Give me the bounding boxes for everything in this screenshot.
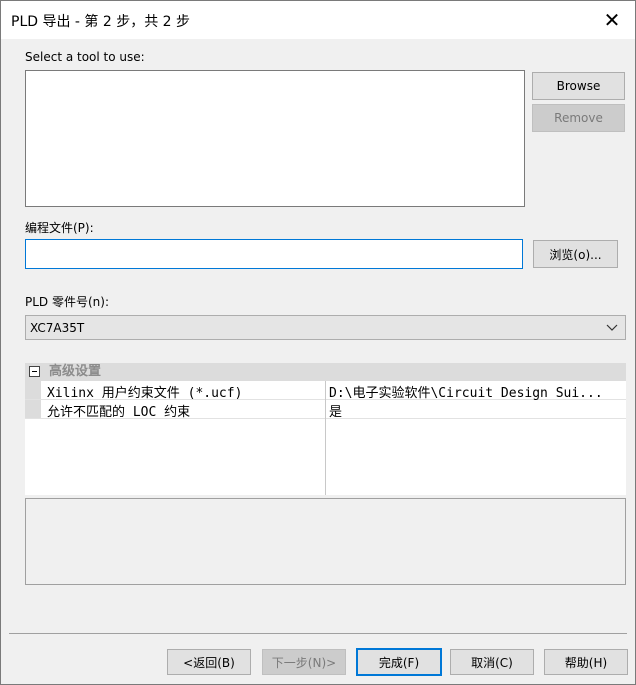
chevron-down-icon xyxy=(606,324,618,331)
footer-separator xyxy=(9,633,627,634)
property-name: Xilinx 用户约束文件 (*.ucf) xyxy=(47,386,243,401)
close-button[interactable]: ✕ xyxy=(589,1,635,39)
row-gutter xyxy=(25,381,41,399)
property-name: 允许不匹配的 LOC 约束 xyxy=(47,405,191,420)
program-file-browse-button[interactable]: 浏览(o)... xyxy=(533,240,618,268)
row-gutter xyxy=(25,400,41,418)
program-file-input[interactable] xyxy=(25,239,523,269)
tool-listbox[interactable] xyxy=(25,70,525,207)
column-divider[interactable] xyxy=(325,381,326,495)
property-value[interactable]: D:\电子实验软件\Circuit Design Sui... xyxy=(329,382,623,401)
advanced-category-header[interactable]: 高级设置 xyxy=(25,363,626,381)
part-number-select[interactable]: XC7A35T xyxy=(25,315,626,340)
close-icon: ✕ xyxy=(603,8,621,32)
tool-select-label: Select a tool to use: xyxy=(25,50,145,64)
collapse-icon[interactable] xyxy=(29,366,40,377)
part-number-label: PLD 零件号(n): xyxy=(25,295,109,309)
back-button[interactable]: <返回(B) xyxy=(167,649,251,675)
property-description-box xyxy=(25,498,626,585)
title-bar: PLD 导出 - 第 2 步，共 2 步 ✕ xyxy=(1,1,635,39)
property-value[interactable]: 是 xyxy=(329,401,623,420)
part-number-value: XC7A35T xyxy=(30,320,85,335)
remove-button[interactable]: Remove xyxy=(532,104,625,132)
program-file-label: 编程文件(P): xyxy=(25,221,94,235)
advanced-category-label: 高级设置 xyxy=(49,364,102,379)
advanced-settings-grid: 高级设置 Xilinx 用户约束文件 (*.ucf) D:\电子实验软件\Cir… xyxy=(25,363,626,495)
finish-button[interactable]: 完成(F) xyxy=(356,648,442,676)
window-title: PLD 导出 - 第 2 步，共 2 步 xyxy=(11,14,191,30)
pld-export-dialog: PLD 导出 - 第 2 步，共 2 步 ✕ Select a tool to … xyxy=(0,0,636,685)
next-button[interactable]: 下一步(N)> xyxy=(262,649,346,675)
cancel-button[interactable]: 取消(C) xyxy=(450,649,534,675)
help-button[interactable]: 帮助(H) xyxy=(544,649,628,675)
browse-button[interactable]: Browse xyxy=(532,72,625,100)
